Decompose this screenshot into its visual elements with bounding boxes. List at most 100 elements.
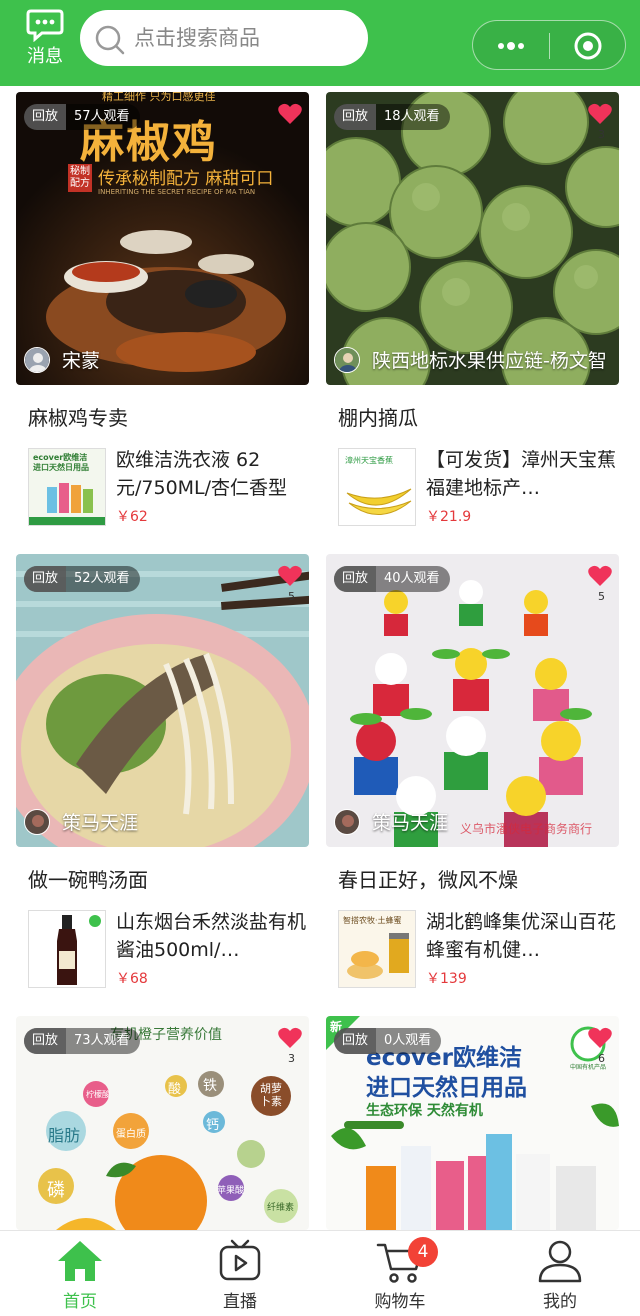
thumbnail-text: 智搭农牧·土蜂蜜	[343, 916, 402, 925]
replay-badge: 回放 52人观看	[24, 566, 140, 592]
nutrient-label: 脂肪	[48, 1126, 81, 1145]
replay-label: 回放	[334, 566, 377, 592]
product-name: 欧维洁洗衣液 62元/750ML/杏仁香型	[116, 449, 288, 499]
host-avatar	[24, 808, 50, 835]
nutrient-label: 铁	[203, 1078, 217, 1094]
card-title: 春日正好，微风不燥	[338, 868, 518, 892]
tab-mine[interactable]: 我的	[480, 1231, 640, 1316]
home-icon	[58, 1241, 102, 1281]
like-count: 3	[598, 128, 605, 141]
tab-label: 直播	[223, 1292, 257, 1312]
bottom-tab-bar: 首页 直播 4 购物车 我的	[0, 1230, 640, 1316]
product-item[interactable]: 漳州天宝香蕉 【可发货】漳州天宝蕉 福建地标产… ￥21.9	[338, 448, 616, 528]
search-input[interactable]: 点击搜索商品	[80, 10, 368, 66]
product-thumbnail: 智搭农牧·土蜂蜜	[338, 910, 416, 988]
live-card[interactable]: 义乌市潘侠电子商务商行 回放 40人观看 5 策马天涯 春日正好，微风不燥 智搭…	[326, 554, 619, 1004]
chat-bubble-icon	[26, 9, 64, 42]
product-item[interactable]: 山东烟台禾然淡盐有机酱油500ml/… ￥68	[28, 910, 306, 990]
tab-live[interactable]: 直播	[160, 1231, 320, 1316]
heart-icon[interactable]	[587, 564, 613, 588]
heart-icon[interactable]	[277, 102, 303, 126]
product-thumbnail	[28, 910, 106, 988]
mini-program-capsule	[472, 20, 626, 70]
message-label: 消息	[27, 46, 63, 67]
cover-tag: 秘制配方	[68, 164, 92, 192]
message-button[interactable]: 消息	[20, 8, 70, 72]
product-name: 【可发货】漳州天宝蕉 福建地标产…	[426, 449, 616, 499]
host-avatar	[334, 808, 360, 835]
capsule-divider	[549, 33, 550, 59]
host-avatar	[24, 346, 50, 373]
replay-label: 回放	[334, 1028, 377, 1054]
live-cover-image[interactable]: 回放 18人观看 3 陕西地标水果供应链-杨文智	[326, 92, 619, 385]
replay-badge: 回放 57人观看	[24, 104, 140, 130]
card-title: 麻椒鸡专卖	[28, 406, 128, 430]
like-count: 5	[598, 590, 605, 603]
product-price: ￥21.9	[426, 509, 472, 525]
card-title: 棚内摘瓜	[338, 406, 418, 430]
view-count: 73人观看	[74, 1033, 130, 1048]
product-thumbnail: 漳州天宝香蕉	[338, 448, 416, 526]
more-dots-icon[interactable]	[493, 31, 529, 61]
product-item[interactable]: ecover欧维洁 进口天然日用品 欧维洁洗衣液 62元/750ML/杏仁香型 …	[28, 448, 303, 528]
live-cover-image[interactable]: 新 ecover欧维洁 进口天然日用品 生态环保 天然有机 中国有机产品 回放 …	[326, 1016, 619, 1230]
product-name: 山东烟台禾然淡盐有机酱油500ml/…	[116, 911, 306, 961]
target-icon[interactable]	[573, 31, 603, 61]
tv-play-icon	[219, 1239, 261, 1281]
card-title: 做一碗鸭汤面	[28, 868, 148, 892]
host-avatar	[334, 346, 360, 373]
user-icon	[538, 1240, 582, 1283]
host-name: 陕西地标水果供应链-杨文智	[372, 350, 607, 372]
tab-cart[interactable]: 4 购物车	[320, 1231, 480, 1316]
heart-icon[interactable]	[277, 1026, 303, 1050]
view-count: 0人观看	[384, 1033, 432, 1048]
nutrient-label: 磷	[47, 1180, 65, 1201]
heart-icon[interactable]	[587, 102, 613, 126]
cover-watermark: 义乌市潘侠电子商务商行	[460, 822, 593, 836]
cover-duck-noodle-soup	[16, 554, 309, 847]
host-info[interactable]: 策马天涯	[24, 808, 138, 835]
heart-icon[interactable]	[277, 564, 303, 588]
live-card[interactable]: 新 ecover欧维洁 进口天然日用品 生态环保 天然有机 中国有机产品 回放 …	[326, 1016, 619, 1230]
host-info[interactable]: 策马天涯	[334, 808, 448, 835]
search-placeholder: 点击搜索商品	[134, 26, 260, 50]
cover-slogan: 精工细作 只为口感更佳	[102, 92, 216, 103]
cover-flower-toys	[326, 554, 619, 847]
heart-icon[interactable]	[587, 1026, 613, 1050]
cover-melons	[326, 92, 619, 385]
host-info[interactable]: 陕西地标水果供应链-杨文智	[334, 346, 607, 373]
host-info[interactable]: 宋蒙	[24, 346, 100, 373]
replay-badge: 回放 73人观看	[24, 1028, 140, 1054]
live-card[interactable]: 有机橙子营养价值 柠檬酸 酸 铁 胡萝卜素 蛋白质 钙 脂肪 磷 苹果酸 纤维素…	[16, 1016, 309, 1230]
replay-badge: 回放 40人观看	[334, 566, 450, 592]
view-count: 40人观看	[384, 571, 440, 586]
live-cover-image[interactable]: 精工细作 只为口感更佳 麻椒鸡 秘制配方 传承秘制配方 麻甜可口 INHERIT…	[16, 92, 309, 385]
live-cover-image[interactable]: 回放 52人观看 5 策马天涯	[16, 554, 309, 847]
search-icon	[95, 25, 125, 55]
product-item[interactable]: 智搭农牧·土蜂蜜 湖北鹤峰集优深山百花蜂蜜有机健… ￥139	[338, 910, 616, 990]
like-count: 6	[598, 1052, 605, 1065]
live-card[interactable]: 回放 18人观看 3 陕西地标水果供应链-杨文智 棚内摘瓜 漳州天宝香蕉 【可发…	[326, 92, 619, 542]
nutrient-label: 胡萝卜素	[260, 1082, 282, 1108]
replay-label: 回放	[24, 566, 67, 592]
nutrient-label: 苹果酸	[217, 1186, 245, 1196]
replay-label: 回放	[334, 104, 377, 130]
live-card[interactable]: 回放 52人观看 5 策马天涯 做一碗鸭汤面 山东烟台禾然淡盐有机酱油500ml…	[16, 554, 309, 1004]
nutrient-label: 柠檬酸	[86, 1090, 110, 1099]
product-price: ￥62	[116, 509, 148, 525]
like-count: 3	[288, 1052, 295, 1065]
nutrient-label: 纤维素	[267, 1203, 295, 1213]
host-name: 策马天涯	[372, 812, 449, 834]
replay-badge: 回放 18人观看	[334, 104, 450, 130]
tab-home[interactable]: 首页	[0, 1231, 160, 1316]
product-thumbnail: ecover欧维洁 进口天然日用品	[28, 448, 106, 526]
nutrient-label: 蛋白质	[116, 1129, 146, 1140]
cart-count-badge: 4	[408, 1237, 438, 1267]
live-card[interactable]: 精工细作 只为口感更佳 麻椒鸡 秘制配方 传承秘制配方 麻甜可口 INHERIT…	[16, 92, 309, 542]
cover-slogan: 生态环保 天然有机	[366, 1103, 483, 1119]
live-cover-image[interactable]: 义乌市潘侠电子商务商行 回放 40人观看 5 策马天涯	[326, 554, 619, 847]
thumbnail-text: ecover欧维洁 进口天然日用品	[33, 453, 89, 472]
replay-badge: 回放 0人观看	[334, 1028, 442, 1054]
live-cover-image[interactable]: 有机橙子营养价值 柠檬酸 酸 铁 胡萝卜素 蛋白质 钙 脂肪 磷 苹果酸 纤维素…	[16, 1016, 309, 1230]
product-price: ￥139	[426, 971, 467, 987]
